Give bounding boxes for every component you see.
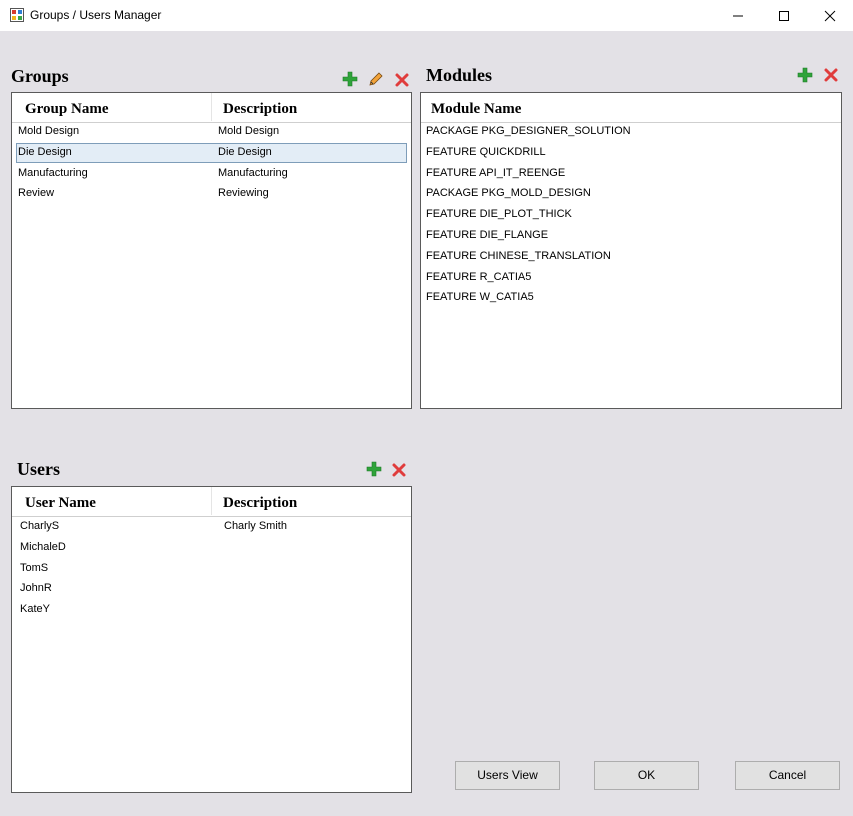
module-name-cell: FEATURE QUICKDRILL xyxy=(426,146,546,158)
module-name-cell: PACKAGE PKG_MOLD_DESIGN xyxy=(426,187,591,199)
module-row[interactable]: FEATURE DIE_PLOT_THICK xyxy=(421,205,841,225)
module-name-cell: FEATURE CHINESE_TRANSLATION xyxy=(426,250,611,262)
add-module-plus-icon[interactable] xyxy=(797,67,813,83)
module-row[interactable]: PACKAGE PKG_MOLD_DESIGN xyxy=(421,184,841,204)
col-group-description[interactable]: Description xyxy=(223,101,297,118)
modules-list[interactable]: Module Name PACKAGE PKG_DESIGNER_SOLUTIO… xyxy=(420,92,842,409)
title-bar: Groups / Users Manager xyxy=(0,0,853,31)
group-name-cell: Mold Design xyxy=(18,125,80,137)
add-user-plus-icon[interactable] xyxy=(366,461,382,477)
maximize-button[interactable] xyxy=(761,0,807,31)
user-name-cell: TomS xyxy=(20,562,49,574)
groups-header: Group Name Description xyxy=(12,93,411,123)
col-user-name[interactable]: User Name xyxy=(25,495,96,512)
maximize-icon xyxy=(779,11,789,21)
app-icon xyxy=(10,8,24,22)
delete-group-x-icon[interactable] xyxy=(394,72,410,88)
module-name-cell: PACKAGE PKG_DESIGNER_SOLUTION xyxy=(426,125,631,137)
users-list[interactable]: User Name Description CharlyS Charly Smi… xyxy=(11,486,412,793)
user-row[interactable]: TomS xyxy=(12,559,411,579)
col-module-name[interactable]: Module Name xyxy=(431,101,521,118)
delete-user-x-icon[interactable] xyxy=(391,462,407,478)
col-group-name[interactable]: Group Name xyxy=(25,101,108,118)
user-row[interactable]: KateY xyxy=(12,600,411,620)
minimize-icon xyxy=(733,15,743,17)
groups-title: Groups xyxy=(11,66,69,86)
users-header: User Name Description xyxy=(12,487,411,517)
ok-button[interactable]: OK xyxy=(594,761,699,790)
users-view-button[interactable]: Users View xyxy=(455,761,560,790)
group-description-cell: Manufacturing xyxy=(218,167,288,179)
delete-module-x-icon[interactable] xyxy=(823,67,839,83)
module-name-cell: FEATURE R_CATIA5 xyxy=(426,271,532,283)
minimize-button[interactable] xyxy=(715,0,761,31)
window-title: Groups / Users Manager xyxy=(30,8,162,22)
edit-group-pencil-icon[interactable] xyxy=(368,71,384,87)
group-name-cell: Die Design xyxy=(18,146,72,158)
module-row[interactable]: PACKAGE PKG_DESIGNER_SOLUTION xyxy=(421,122,841,142)
module-row[interactable]: FEATURE R_CATIA5 xyxy=(421,268,841,288)
module-row[interactable]: FEATURE QUICKDRILL xyxy=(421,143,841,163)
module-name-cell: FEATURE API_IT_REENGE xyxy=(426,167,566,179)
group-row-selected[interactable]: Die Design Die Design xyxy=(16,143,407,163)
user-name-cell: KateY xyxy=(20,603,50,615)
group-description-cell: Die Design xyxy=(218,146,272,158)
user-row[interactable]: MichaleD xyxy=(12,538,411,558)
groups-list[interactable]: Group Name Description Mold Design Mold … xyxy=(11,92,412,409)
col-user-description[interactable]: Description xyxy=(223,495,297,512)
modules-header: Module Name xyxy=(421,93,841,123)
user-row[interactable]: CharlyS Charly Smith xyxy=(12,517,411,537)
module-name-cell: FEATURE DIE_PLOT_THICK xyxy=(426,208,572,220)
add-group-plus-icon[interactable] xyxy=(342,71,358,87)
module-row[interactable]: FEATURE DIE_FLANGE xyxy=(421,226,841,246)
group-row[interactable]: Mold Design Mold Design xyxy=(12,122,411,142)
group-description-cell: Mold Design xyxy=(218,125,280,137)
users-title: Users xyxy=(17,459,60,479)
module-name-cell: FEATURE W_CATIA5 xyxy=(426,291,534,303)
user-row[interactable]: JohnR xyxy=(12,579,411,599)
cancel-button[interactable]: Cancel xyxy=(735,761,840,790)
close-window-button[interactable] xyxy=(807,0,853,31)
group-row[interactable]: Manufacturing Manufacturing xyxy=(12,164,411,184)
group-name-cell: Manufacturing xyxy=(18,167,88,179)
modules-title: Modules xyxy=(426,65,493,85)
user-name-cell: MichaleD xyxy=(20,541,66,553)
close-icon xyxy=(824,10,836,22)
user-description-cell: Charly Smith xyxy=(224,520,287,532)
user-name-cell: CharlyS xyxy=(20,520,60,532)
module-row[interactable]: FEATURE API_IT_REENGE xyxy=(421,164,841,184)
group-description-cell: Reviewing xyxy=(218,187,269,199)
group-name-cell: Review xyxy=(18,187,55,199)
group-row[interactable]: Review Reviewing xyxy=(12,184,411,204)
module-row[interactable]: FEATURE CHINESE_TRANSLATION xyxy=(421,247,841,267)
module-row[interactable]: FEATURE W_CATIA5 xyxy=(421,288,841,308)
module-name-cell: FEATURE DIE_FLANGE xyxy=(426,229,549,241)
user-name-cell: JohnR xyxy=(20,582,52,594)
